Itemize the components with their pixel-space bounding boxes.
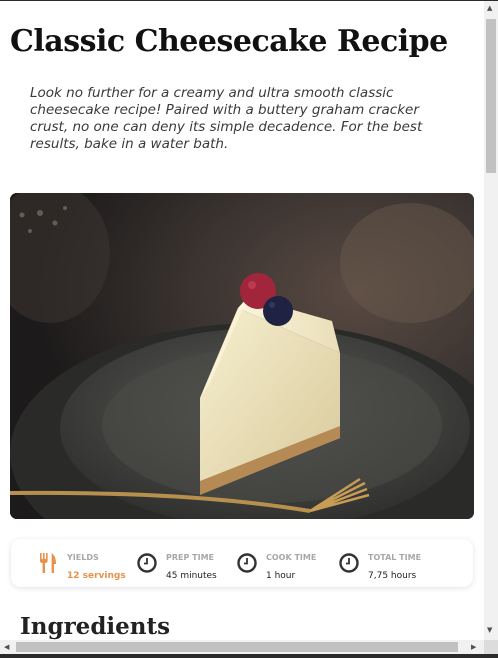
clock-icon	[136, 552, 158, 574]
fork-knife-icon	[37, 552, 59, 574]
vertical-scrollbar[interactable]: ▲ ▼	[484, 1, 498, 640]
stat-value: 45 minutes	[166, 571, 217, 581]
stat-label: COOK TIME	[266, 553, 317, 562]
scroll-left-icon[interactable]: ◀	[4, 643, 9, 651]
stat-value: 12 servings	[67, 571, 126, 581]
stat-label: TOTAL TIME	[368, 553, 422, 562]
horizontal-scrollbar[interactable]: ◀ ▶	[0, 640, 484, 654]
scroll-right-icon[interactable]: ▶	[471, 643, 476, 651]
clock-icon	[236, 552, 258, 574]
horizontal-scroll-thumb[interactable]	[16, 642, 458, 652]
window-bottom-border	[0, 654, 498, 658]
stat-label: PREP TIME	[166, 553, 214, 562]
cheesecake-photo	[10, 193, 474, 519]
page-content: Classic Cheesecake Recipe Look no furthe…	[0, 0, 484, 640]
ingredients-heading: Ingredients	[20, 613, 171, 640]
clock-icon	[338, 552, 360, 574]
stat-value: 1 hour	[266, 571, 296, 581]
stat-label: YIELDS	[67, 553, 99, 562]
scroll-up-icon[interactable]: ▲	[487, 4, 492, 12]
recipe-intro: Look no further for a creamy and ultra s…	[30, 85, 423, 152]
stat-value: 7,75 hours	[368, 571, 417, 581]
scrollbar-corner	[484, 640, 498, 654]
scroll-down-icon[interactable]: ▼	[487, 626, 492, 634]
recipe-stats-bar: YIELDS 12 servings PREP TIME 45 minutes …	[11, 539, 473, 587]
recipe-title: Classic Cheesecake Recipe	[10, 24, 448, 59]
vertical-scroll-thumb[interactable]	[486, 19, 496, 173]
